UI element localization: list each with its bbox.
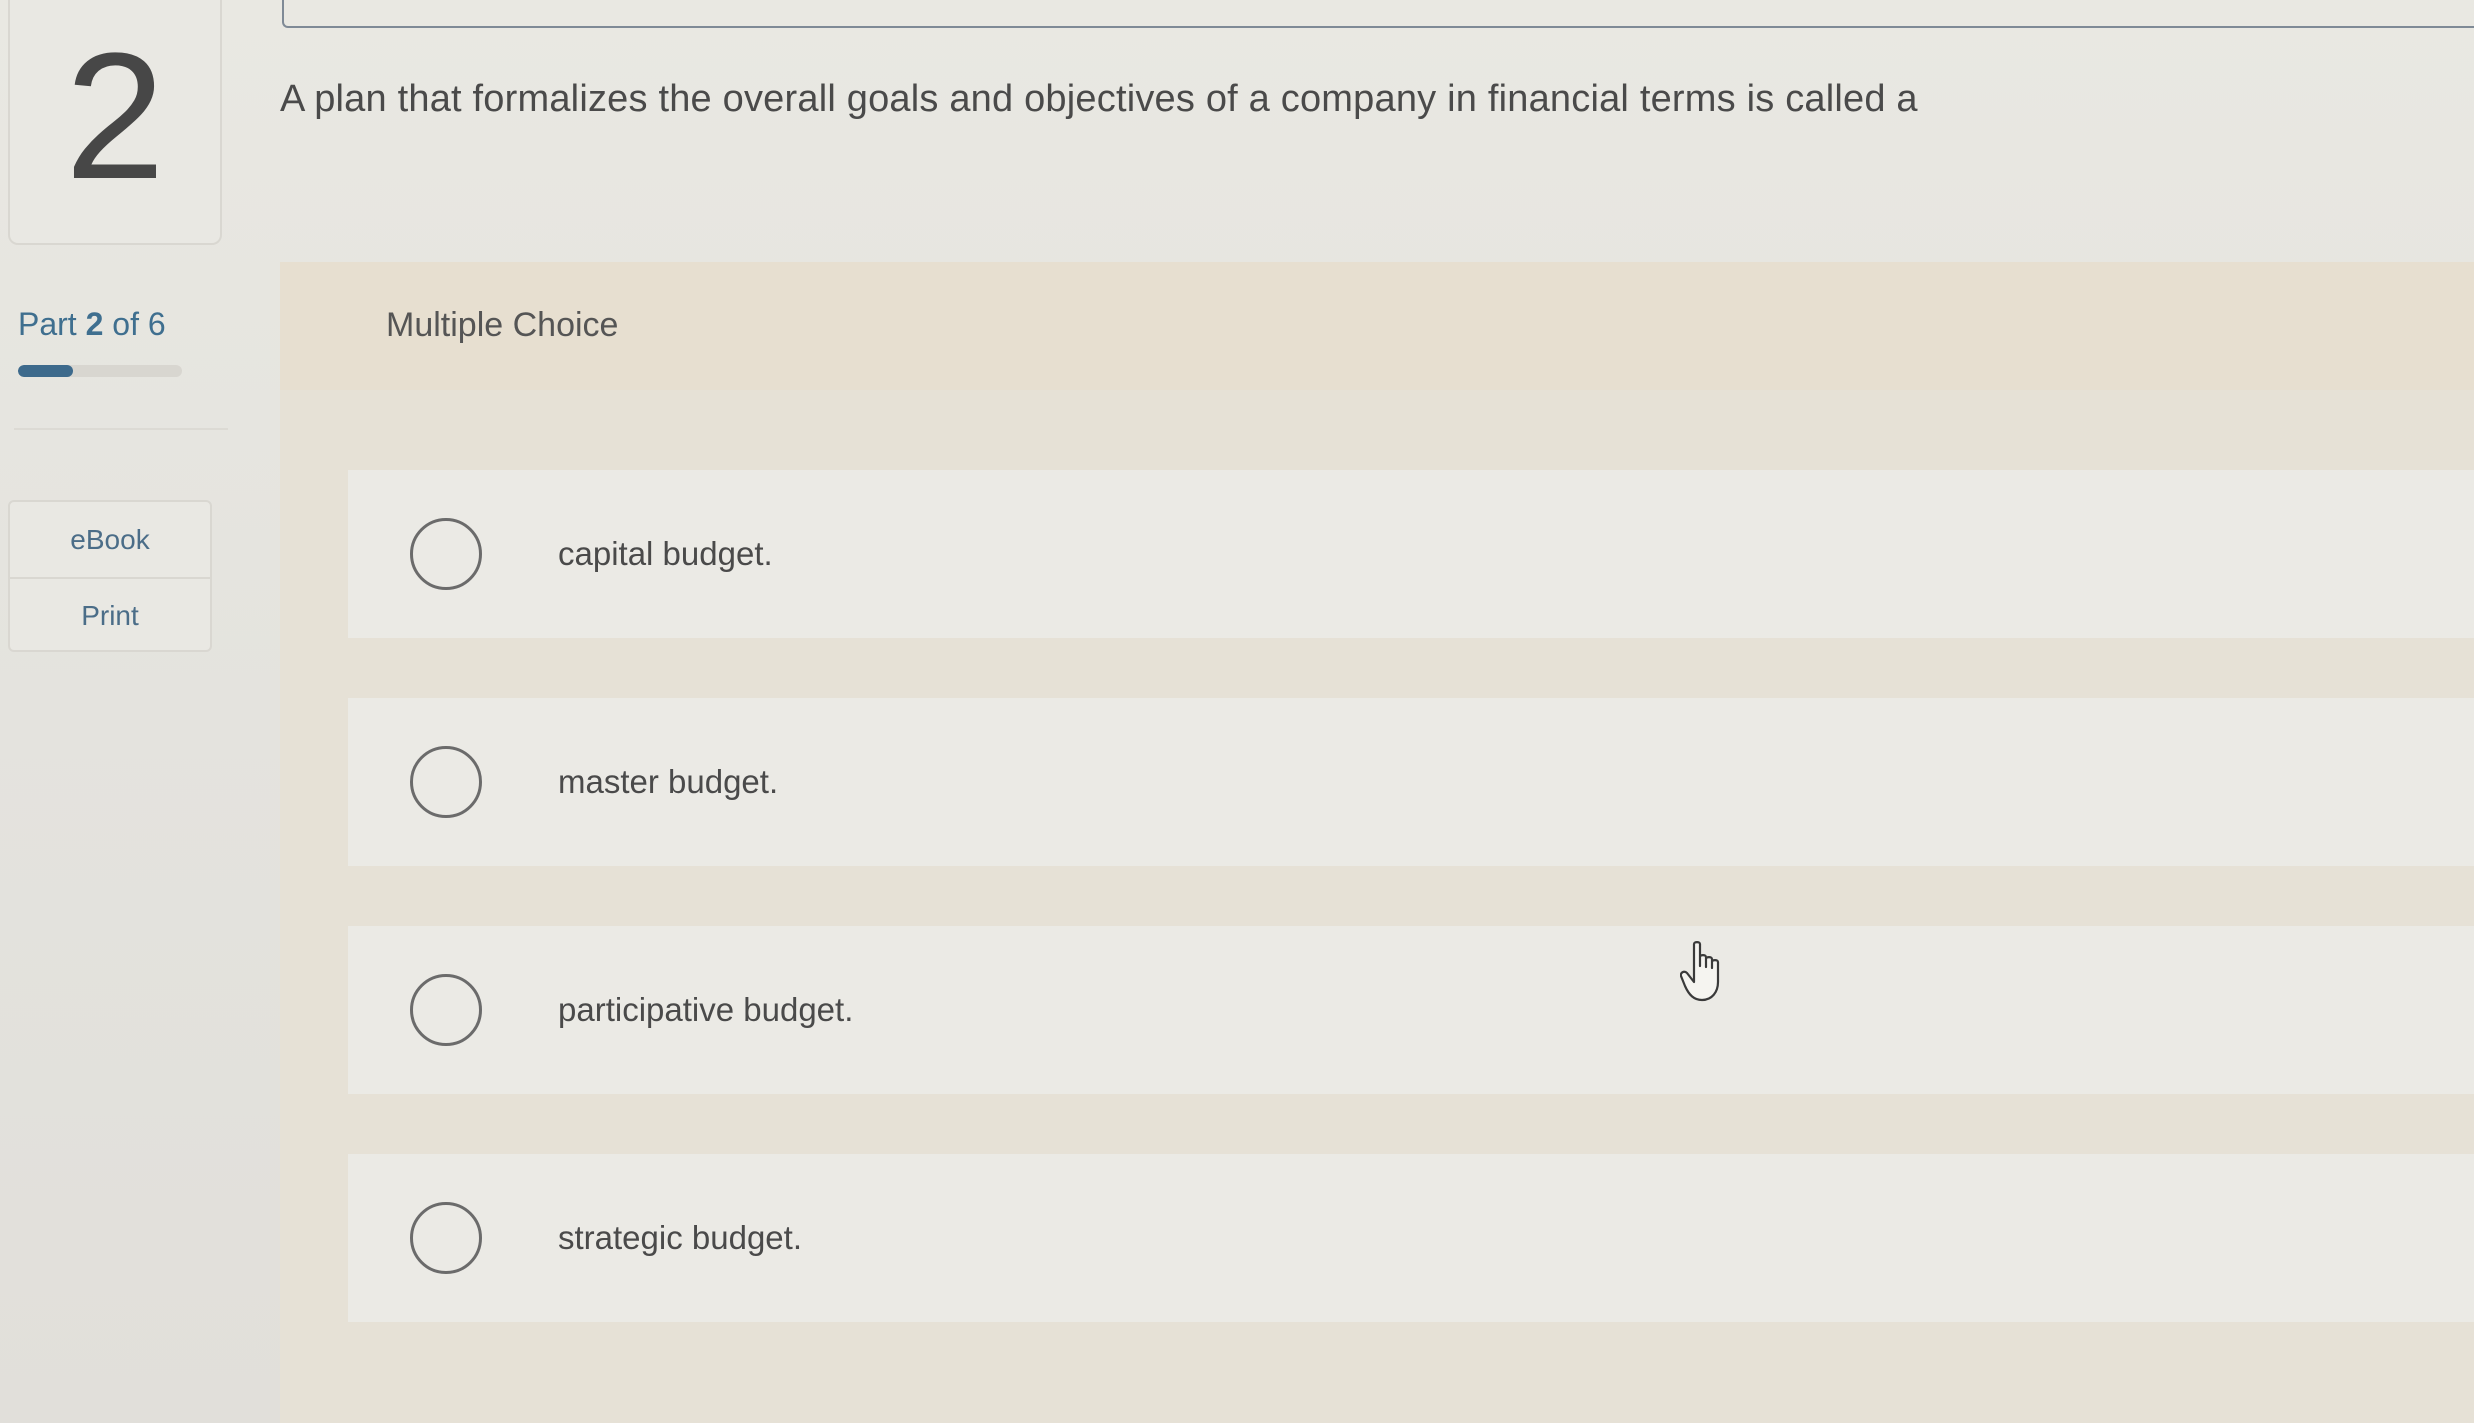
ebook-button[interactable]: eBook: [10, 502, 210, 577]
part-progress-fill: [18, 365, 73, 377]
part-prefix: Part: [18, 306, 86, 342]
part-progress-bar: [18, 365, 182, 377]
choice-label: capital budget.: [558, 535, 773, 572]
choice-option-b[interactable]: master budget.: [348, 698, 2474, 866]
question-sidebar: 2 Part 2 of 6 eBook Print: [0, 0, 250, 1423]
radio-button[interactable]: [410, 1202, 482, 1274]
radio-button[interactable]: [410, 518, 482, 590]
tools-box: eBook Print: [8, 500, 212, 652]
choice-label: participative budget.: [558, 991, 854, 1028]
question-type-label: Multiple Choice: [386, 306, 619, 344]
question-prompt: A plan that formalizes the overall goals…: [280, 78, 1918, 120]
part-indicator: Part 2 of 6: [18, 306, 166, 343]
page: 2 Part 2 of 6 eBook Print A plan that fo…: [0, 0, 2474, 1423]
sidebar-divider: [14, 428, 228, 430]
print-button[interactable]: Print: [10, 577, 210, 652]
choice-label: strategic budget.: [558, 1219, 802, 1256]
part-suffix: of 6: [103, 306, 166, 342]
answer-panel: Multiple Choice capital budget. master b…: [280, 262, 2474, 1423]
header-rule: [282, 0, 2474, 28]
part-current: 2: [85, 306, 104, 342]
choice-option-d[interactable]: strategic budget.: [348, 1154, 2474, 1322]
hand-pointer-icon: [1680, 941, 1720, 1002]
choice-label: master budget.: [558, 763, 779, 800]
choice-option-c[interactable]: participative budget.: [348, 926, 2474, 1094]
answer-panel-header: Multiple Choice: [280, 262, 2474, 390]
question-number: 2: [64, 15, 166, 217]
radio-button[interactable]: [410, 974, 482, 1046]
question-number-box: 2: [8, 0, 222, 245]
radio-button[interactable]: [410, 746, 482, 818]
choice-option-a[interactable]: capital budget.: [348, 470, 2474, 638]
